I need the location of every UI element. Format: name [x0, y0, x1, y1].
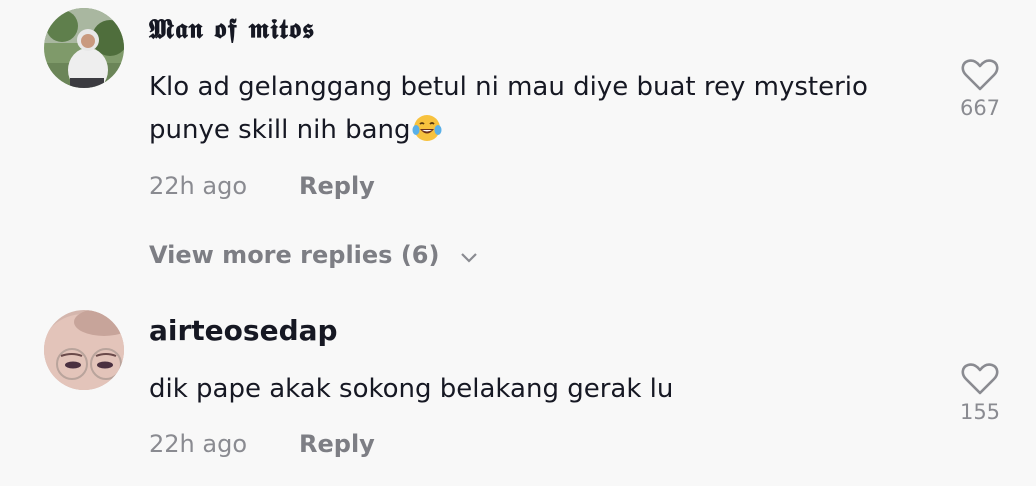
comment-text: dik pape akak sokong belakang gerak lu — [149, 368, 939, 411]
view-more-replies-label: View more replies (6) — [149, 241, 440, 269]
heart-icon[interactable] — [955, 58, 1005, 92]
avatar-image — [44, 310, 124, 390]
username[interactable]: 𝕸𝖆𝖓 𝖔𝖋 𝖒𝖎𝖙𝖔𝖘 — [149, 14, 315, 46]
comment-text: Klo ad gelanggang betul ni mau diye buat… — [149, 66, 939, 157]
heart-icon[interactable] — [955, 362, 1005, 396]
tears-of-joy-emoji-icon — [412, 113, 442, 157]
reply-button[interactable]: Reply — [299, 430, 375, 458]
comment-meta: 22h ago Reply — [149, 430, 375, 458]
comment-meta: 22h ago Reply — [149, 172, 375, 200]
like-button[interactable]: 155 — [955, 362, 1005, 424]
like-count: 667 — [959, 96, 1001, 120]
view-more-replies-button[interactable]: View more replies (6) — [149, 241, 478, 270]
reply-button[interactable]: Reply — [299, 172, 375, 200]
avatar[interactable] — [44, 310, 124, 390]
like-count: 155 — [959, 400, 1001, 424]
avatar-image — [44, 8, 124, 88]
comment-text-line-2: punye skill nih bang — [149, 109, 939, 157]
chevron-down-icon — [460, 242, 478, 270]
comment-text-segment: punye skill nih bang — [149, 115, 411, 145]
avatar[interactable] — [44, 8, 124, 88]
comment-text-line: Klo ad gelanggang betul ni mau diye buat… — [149, 72, 868, 102]
comment-item: 𝕸𝖆𝖓 𝖔𝖋 𝖒𝖎𝖙𝖔𝖘 Klo ad gelanggang betul ni … — [0, 0, 1036, 230]
like-button[interactable]: 667 — [955, 58, 1005, 120]
timestamp: 22h ago — [149, 430, 248, 458]
timestamp: 22h ago — [149, 172, 248, 200]
comment-item: airteosedap dik pape akak sokong belakan… — [0, 300, 1036, 486]
username[interactable]: airteosedap — [149, 314, 338, 347]
comment-text-line: dik pape akak sokong belakang gerak lu — [149, 374, 674, 404]
